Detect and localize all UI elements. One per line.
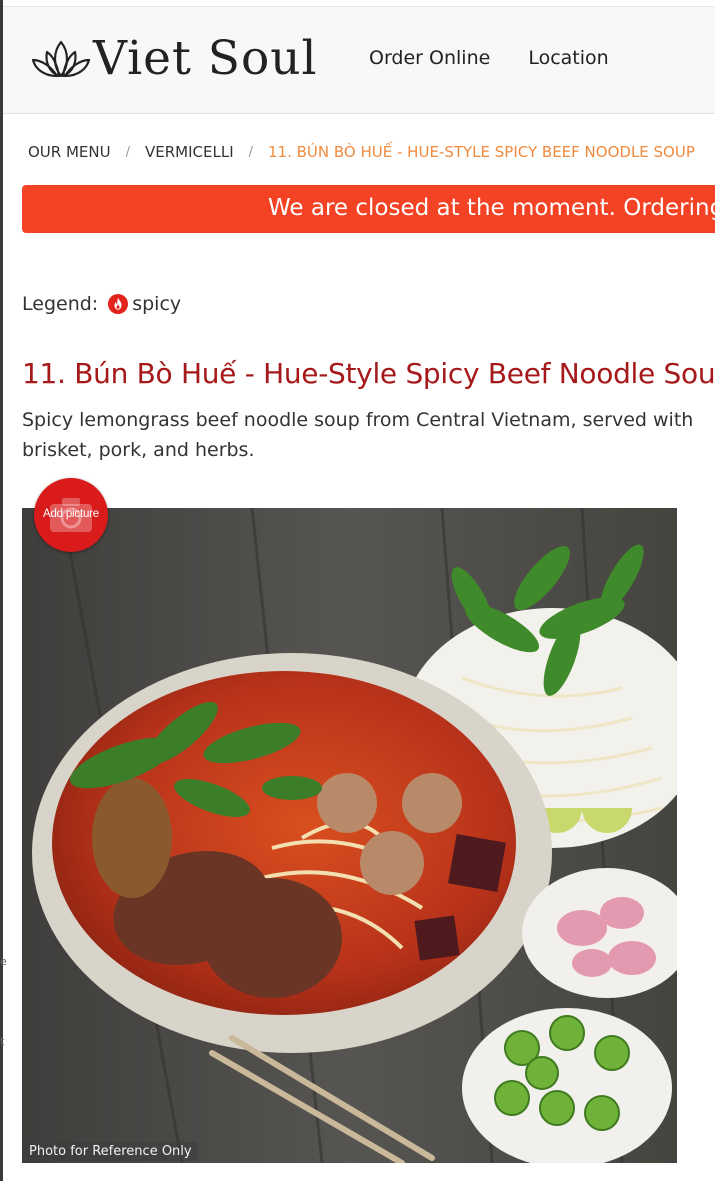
item-title: 11. Bún Bò Huế - Hue-Style Spicy Beef No…	[22, 357, 715, 390]
edge-artifact: t	[0, 1035, 5, 1048]
closed-banner: We are closed at the moment. Ordering	[22, 185, 715, 233]
brand-name: Viet Soul	[93, 31, 318, 86]
legend-label: Legend:	[22, 293, 99, 315]
main-nav: Order Online Location	[369, 47, 609, 69]
photo-caption: Photo for Reference Only	[24, 1142, 197, 1161]
brand-link[interactable]: Viet Soul	[29, 35, 318, 82]
add-picture-label: Add picture	[43, 508, 99, 520]
site-header: Viet Soul Order Online Location	[3, 7, 715, 114]
top-strip	[3, 0, 715, 7]
nav-order-online[interactable]: Order Online	[369, 47, 490, 69]
lotus-logo-icon	[31, 40, 91, 77]
add-picture-button[interactable]: Add picture	[34, 478, 108, 552]
breadcrumb-separator: /	[248, 144, 254, 160]
legend-spicy-label: spicy	[132, 293, 182, 315]
breadcrumb-current: 11. BÚN BÒ HUẾ - HUE-STYLE SPICY BEEF NO…	[268, 143, 695, 161]
breadcrumb-our-menu[interactable]: OUR MENU	[28, 143, 111, 161]
breadcrumb-vermicelli[interactable]: VERMICELLI	[145, 143, 234, 161]
edge-artifact: e	[0, 955, 7, 968]
closed-banner-text: We are closed at the moment. Ordering	[268, 195, 715, 221]
legend: Legend: spicy	[22, 293, 181, 315]
spicy-flame-icon	[108, 294, 129, 314]
item-description: Spicy lemongrass beef noodle soup from C…	[22, 409, 694, 461]
item-photo: Photo for Reference Only	[22, 508, 677, 1163]
window-left-edge	[0, 0, 3, 1181]
nav-location[interactable]: Location	[528, 47, 608, 69]
breadcrumb-separator: /	[125, 144, 130, 160]
item-photo-image	[22, 508, 677, 1163]
breadcrumb: OUR MENU / VERMICELLI / 11. BÚN BÒ HUẾ -…	[28, 143, 695, 161]
